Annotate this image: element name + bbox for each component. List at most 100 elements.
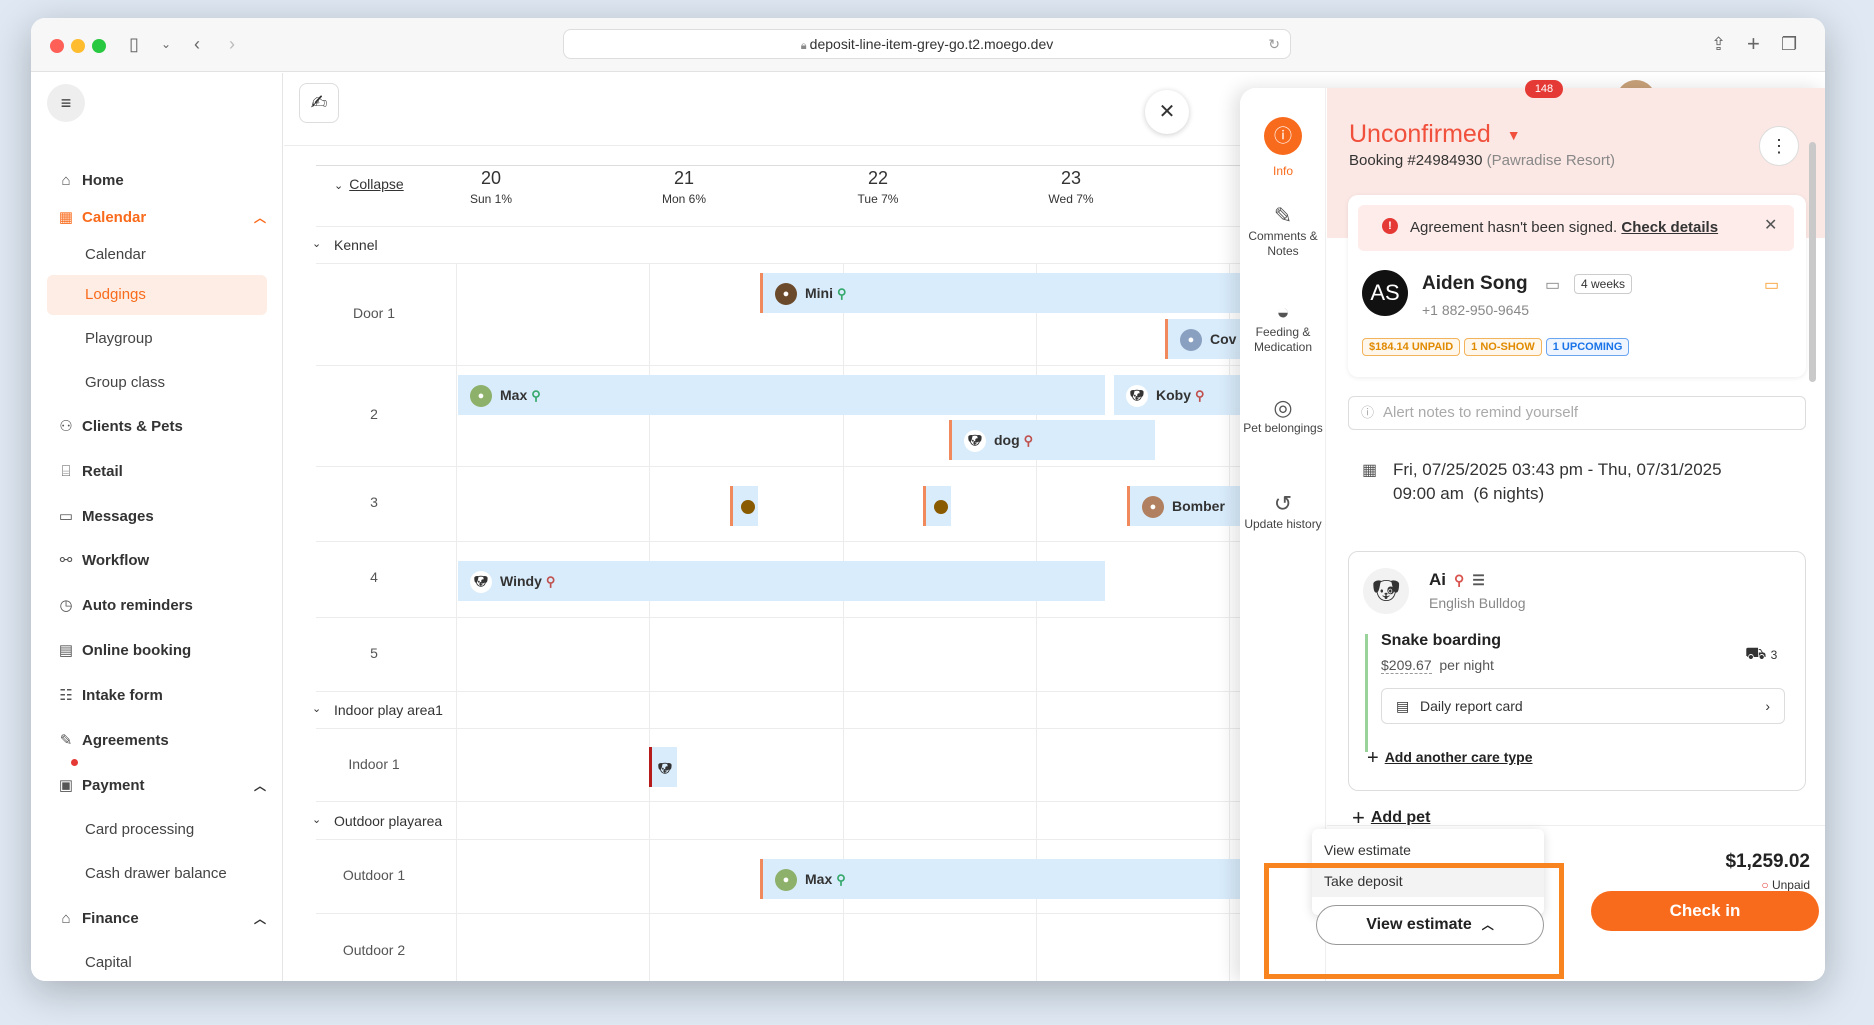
forward-icon[interactable]: › — [229, 32, 235, 56]
section-indoor[interactable]: ⌄ Indoor play area1 — [312, 702, 443, 718]
sidebar-item-messages[interactable]: ▭ Messages — [56, 502, 154, 532]
estimate-menu: View estimate Take deposit — [1312, 829, 1544, 915]
address-bar[interactable]: 🔒︎ deposit-line-item-grey-go.t2.moego.de… — [563, 29, 1291, 59]
sidebar-item-payment[interactable]: ▣ Payment ︿ — [56, 771, 266, 801]
dog-icon: 🐶︎ — [964, 430, 986, 453]
status-dropdown[interactable]: Unconfirmed ▼ — [1349, 120, 1521, 149]
sidebar-item-intake-form[interactable]: ☷ Intake form — [56, 681, 163, 711]
maximize-window-button[interactable] — [92, 39, 106, 53]
close-icon[interactable]: ✕ — [1764, 215, 1777, 235]
stay-dates[interactable]: Fri, 07/25/2025 03:43 pm - Thu, 07/31/20… — [1393, 458, 1722, 506]
sidebar-sub-lodgings[interactable]: Lodgings — [85, 280, 146, 310]
sidebar-item-label: Intake form — [82, 687, 163, 704]
lock-icon: 🔒︎ — [800, 40, 810, 52]
pet-name: dog — [994, 432, 1020, 448]
booking-bar[interactable]: 🐶︎ — [649, 747, 677, 787]
share-icon[interactable]: ⇪ — [1711, 32, 1726, 56]
section-label: Kennel — [334, 237, 378, 253]
sidebar-item-retail[interactable]: ⌸ Retail — [56, 457, 122, 487]
sidebar-sub-group-class[interactable]: Group class — [85, 368, 165, 398]
info-icon: ⓘ — [1361, 405, 1375, 420]
booking-bar[interactable] — [730, 486, 758, 526]
sidebar-item-label: Workflow — [82, 552, 150, 569]
unpaid-badge[interactable]: $184.14 UNPAID — [1362, 338, 1461, 356]
menu-item-view-estimate[interactable]: View estimate — [1312, 835, 1544, 865]
rail-history[interactable]: ↺ Update history — [1240, 491, 1326, 532]
sidebar-item-home[interactable]: ⌂ Home — [56, 166, 123, 196]
check-in-button[interactable]: Check in — [1591, 891, 1819, 931]
message-icon[interactable]: ▭ — [1764, 275, 1779, 295]
minimize-window-button[interactable] — [71, 39, 85, 53]
new-tab-icon[interactable]: + — [1747, 32, 1760, 56]
back-icon[interactable]: ‹ — [194, 32, 200, 56]
view-estimate-button[interactable]: View estimate ︿ — [1316, 905, 1544, 945]
alert-notes-input[interactable]: ⓘ Alert notes to remind yourself — [1348, 396, 1806, 430]
section-kennel[interactable]: ⌄ Kennel — [312, 237, 378, 253]
rail-label: Feeding & Medication — [1253, 325, 1313, 354]
sidebar-item-label: Calendar — [82, 209, 147, 226]
booking-bar[interactable]: ● Max ⚲ — [458, 375, 1105, 415]
check-details-link[interactable]: Check details — [1621, 219, 1718, 236]
close-window-button[interactable] — [50, 39, 64, 53]
sidebar-item-reminders[interactable]: ◷ Auto reminders — [56, 591, 192, 621]
booking-bar[interactable]: 🐶︎ dog ⚲ — [949, 420, 1155, 460]
sidebar-sub-card-processing[interactable]: Card processing — [85, 815, 194, 845]
section-outdoor[interactable]: ⌄ Outdoor playarea — [312, 813, 442, 829]
rail-label: Comments & Notes — [1248, 229, 1318, 258]
upcoming-badge[interactable]: 1 UPCOMING — [1545, 338, 1630, 356]
sidebar-item-workflow[interactable]: ⚯ Workflow — [56, 546, 150, 576]
client-name[interactable]: Aiden Song — [1422, 273, 1528, 295]
daily-report-card-row[interactable]: ▤ Daily report card › — [1381, 688, 1785, 724]
reload-icon[interactable]: ↻ — [1268, 30, 1280, 58]
avatar: AS — [1362, 270, 1408, 316]
info-icon[interactable]: ⓘ — [1264, 117, 1302, 155]
booking-bar[interactable]: 🐶︎ Windy ⚲ — [458, 561, 1105, 601]
pet-name[interactable]: Ai — [1429, 570, 1446, 589]
booking-bar[interactable]: ● Bomber — [1127, 486, 1240, 526]
booking-bar[interactable] — [923, 486, 951, 526]
pet-name: Bomber — [1172, 498, 1225, 514]
pet-breed: English Bulldog — [1429, 595, 1526, 611]
sidebar-sub-cash-drawer[interactable]: Cash drawer balance — [85, 859, 227, 889]
day-label: Sun 1% — [469, 192, 513, 206]
chevron-down-icon[interactable]: ⌄ — [161, 32, 171, 56]
chevron-up-icon: ︿ — [1481, 918, 1494, 932]
booking-bar[interactable]: ● Max ⚲ — [760, 859, 1240, 899]
home-icon: ⌂ — [61, 172, 71, 189]
sidebar-item-calendar[interactable]: ▦ Calendar ︿ — [56, 203, 266, 233]
booking-bar[interactable]: 🐶︎ Koby ⚲ — [1114, 375, 1240, 415]
notes-icon[interactable]: ☰ — [1472, 572, 1485, 588]
scrollbar[interactable] — [1809, 142, 1816, 382]
sidebar-sub-calendar[interactable]: Calendar — [85, 240, 146, 270]
sidebar-item-online-booking[interactable]: ▤ Online booking — [56, 636, 191, 666]
booking-no-text: Booking #24984930 — [1349, 152, 1483, 169]
collapse-button[interactable]: ⌄ Collapse — [334, 176, 404, 192]
add-care-type-button[interactable]: + Add another care type — [1367, 747, 1533, 770]
rail-comments[interactable]: ✎ Comments & Notes — [1240, 205, 1326, 259]
menu-icon[interactable]: ≡ — [47, 84, 85, 122]
row-label: 4 — [370, 569, 378, 585]
sidebar-item-agreements[interactable]: ✎ Agreements — [56, 726, 169, 756]
sidebar-item-finance[interactable]: ⌂ Finance ︿ — [56, 904, 266, 934]
no-show-badge[interactable]: 1 NO-SHOW — [1464, 338, 1542, 356]
sidebar-sub-capital[interactable]: Capital — [85, 948, 132, 978]
lodging-count: ⛟ 3 — [1745, 644, 1777, 666]
sidebar-sub-playgroup[interactable]: Playgroup — [85, 324, 153, 354]
sidebar-toggle-icon[interactable]: ▯ — [129, 32, 139, 56]
row-label: 2 — [370, 406, 378, 422]
sidebar-item-clients[interactable]: ⚇ Clients & Pets — [56, 412, 183, 442]
rail-feeding[interactable]: ◒ Feeding & Medication — [1240, 301, 1326, 355]
tabs-overview-icon[interactable]: ❐ — [1781, 32, 1797, 56]
booking-bar[interactable]: ● Mini ⚲ — [760, 273, 1240, 313]
close-icon[interactable]: ✕ — [1145, 90, 1189, 134]
service-name[interactable]: Snake boarding — [1381, 632, 1501, 650]
payment-icon: ▣ — [58, 777, 74, 794]
price-value[interactable]: $209.67 — [1381, 657, 1432, 674]
more-options-icon[interactable]: ⋮ — [1759, 126, 1799, 166]
rail-belongings[interactable]: ◎ Pet belongings — [1240, 397, 1326, 436]
history-icon: ↺ — [1273, 491, 1293, 516]
booking-bar[interactable]: ● Cov — [1165, 319, 1240, 359]
rail-info[interactable]: Info — [1240, 164, 1326, 179]
menu-item-take-deposit[interactable]: Take deposit — [1312, 865, 1544, 897]
pet-name: Mini — [805, 285, 833, 301]
